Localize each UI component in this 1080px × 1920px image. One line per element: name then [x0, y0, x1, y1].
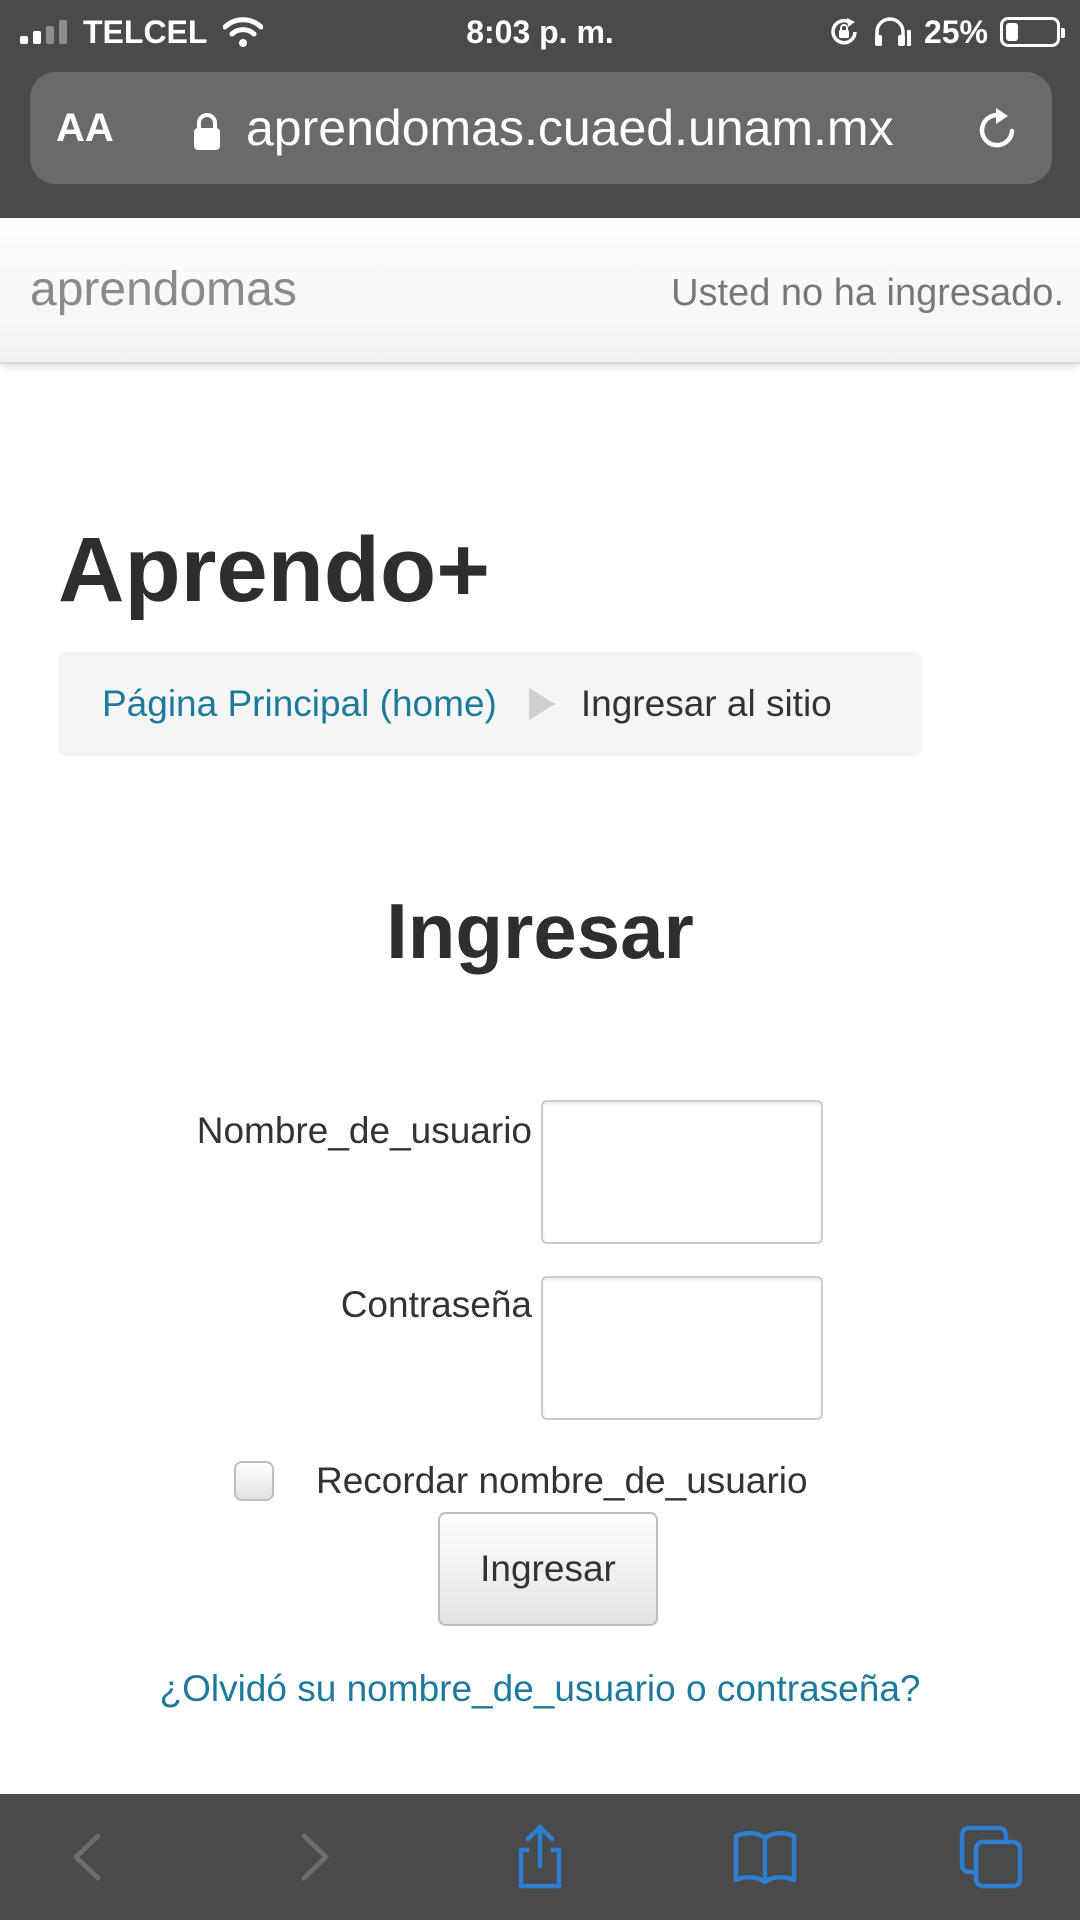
url-text[interactable]: aprendomas.cuaed.unam.mx [246, 100, 966, 156]
login-status: Usted no ha ingresado. [671, 272, 1064, 314]
breadcrumb-separator-icon [528, 688, 555, 720]
battery-icon [1000, 17, 1065, 47]
back-icon [73, 1833, 101, 1881]
browser-toolbar [0, 1794, 1080, 1920]
remember-username-checkbox[interactable] [234, 1461, 274, 1501]
browser-address-area: AA aprendomas.cuaed.unam.mx [0, 66, 1080, 218]
username-input[interactable] [541, 1100, 823, 1244]
forgot-credentials-link[interactable]: ¿Olvidó su nombre_de_usuario o contraseñ… [0, 1660, 1080, 1718]
reload-icon[interactable] [972, 104, 1022, 154]
breadcrumb-home-link[interactable]: Página Principal (home) [102, 683, 497, 725]
headphones-icon [874, 17, 911, 46]
lock-icon [194, 113, 220, 150]
tabs-icon [959, 1825, 1023, 1889]
status-bar: TELCEL 8:03 p. m. 25% [0, 0, 1080, 66]
username-label: Nombre_de_usuario [196, 1110, 532, 1151]
breadcrumb: Página Principal (home) Ingresar al siti… [58, 652, 922, 756]
remember-username-row: Recordar nombre_de_usuario [234, 1456, 808, 1506]
password-input[interactable] [541, 1276, 823, 1420]
rotation-lock-icon [831, 18, 857, 45]
site-header: aprendomas Usted no ha ingresado. [0, 218, 1080, 364]
forward-button[interactable] [278, 1824, 348, 1890]
share-button[interactable] [505, 1824, 575, 1890]
login-submit-button[interactable]: Ingresar [438, 1512, 658, 1626]
breadcrumb-current: Ingresar al sitio [580, 683, 832, 724]
battery-level [1006, 23, 1018, 41]
status-right: 25% [828, 12, 1065, 52]
bookmarks-button[interactable] [730, 1824, 800, 1890]
password-label: Contraseña [340, 1284, 532, 1325]
back-button[interactable] [54, 1824, 124, 1890]
remember-username-label[interactable]: Recordar nombre_de_usuario [316, 1460, 808, 1502]
share-icon [518, 1824, 562, 1889]
site-brand[interactable]: aprendomas [30, 262, 297, 318]
tabs-button[interactable] [956, 1824, 1026, 1890]
address-bar[interactable]: AA aprendomas.cuaed.unam.mx [30, 72, 1052, 184]
text-size-button[interactable]: AA [56, 102, 114, 154]
battery-percent: 25% [923, 13, 988, 50]
bookmarks-icon [733, 1831, 797, 1885]
forward-icon [301, 1833, 329, 1881]
page-title: Aprendo+ [58, 519, 490, 621]
login-heading: Ingresar [386, 887, 694, 975]
text-size-label: AA [56, 106, 114, 150]
